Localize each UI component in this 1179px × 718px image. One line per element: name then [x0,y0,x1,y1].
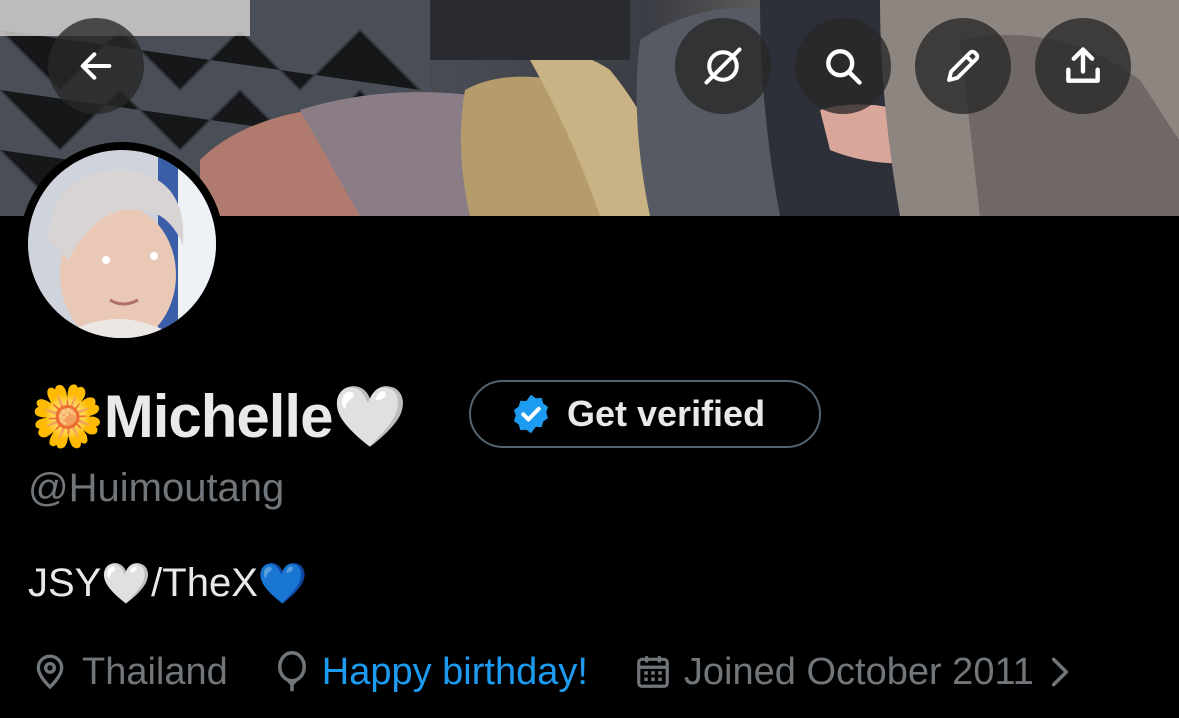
get-verified-label: Get verified [567,393,766,434]
search-icon [826,49,862,85]
user-handle: @Huimoutang [28,466,285,510]
share-button[interactable] [1035,18,1131,114]
bio: JSY 🤍 /TheX 💙 [28,561,308,606]
display-name: 🌼 Michelle 🤍 [30,382,407,450]
grok-button[interactable] [675,18,771,114]
birthday-link[interactable]: Happy birthday! [322,651,588,694]
avatar[interactable] [20,142,224,346]
joined-date[interactable]: Joined October 2011 [634,651,1074,694]
flower-emoji: 🌼 [30,382,105,450]
location: Thailand [30,651,228,694]
location-label: Thailand [82,650,228,693]
balloon-icon [277,651,306,692]
share-icon [1066,47,1100,83]
blue-heart-emoji: 💙 [257,562,308,606]
verified-badge-icon [513,394,549,434]
white-heart-emoji: 🤍 [332,382,407,450]
white-heart-emoji: 🤍 [101,562,152,606]
birthday[interactable]: Happy birthday! [274,651,588,694]
edit-button[interactable] [915,18,1011,114]
grok-icon [704,47,742,85]
search-button[interactable] [795,18,891,114]
location-pin-icon [36,654,64,690]
avatar-image [28,150,216,338]
pencil-icon [947,49,980,82]
display-name-row: 🌼 Michelle 🤍 [30,376,407,456]
get-verified-button[interactable]: Get verified [469,380,821,448]
chevron-right-icon [1051,657,1068,687]
profile-meta: Thailand Happy birthday! Joined October … [30,646,1074,698]
joined-label: Joined October 2011 [683,650,1034,693]
calendar-icon [637,656,669,688]
back-button[interactable] [48,18,144,114]
arrow-left-icon [80,52,112,80]
